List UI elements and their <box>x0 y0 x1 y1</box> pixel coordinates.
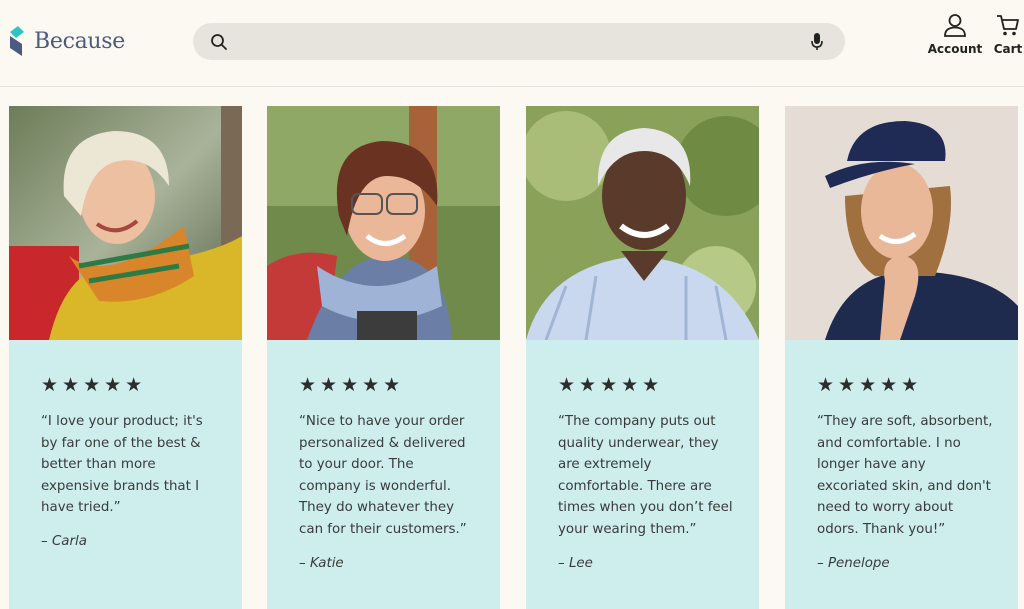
customer-photo <box>9 106 242 340</box>
search-icon[interactable] <box>209 32 229 52</box>
customer-photo <box>785 106 1018 340</box>
customer-photo <box>526 106 759 340</box>
cart-icon <box>997 15 1019 36</box>
logo-text: Because <box>34 28 126 54</box>
testimonial-author: – Carla <box>41 534 87 549</box>
testimonial-card-carla: ★★★★★ “I love your product; it's by far … <box>9 106 242 609</box>
star-rating: ★★★★★ <box>41 374 147 396</box>
microphone-icon[interactable] <box>807 32 827 52</box>
star-rating: ★★★★★ <box>558 374 664 396</box>
testimonial-card-katie: ★★★★★ “Nice to have your order personali… <box>267 106 500 609</box>
customer-photo <box>267 106 500 340</box>
because-logo-icon <box>10 26 24 56</box>
star-rating: ★★★★★ <box>817 374 923 396</box>
testimonial-card-penelope: ★★★★★ “They are soft, absorbent, and com… <box>785 106 1018 609</box>
testimonial-author: – Penelope <box>817 556 890 571</box>
testimonial-card-lee: ★★★★★ “The company puts out quality unde… <box>526 106 759 609</box>
testimonial-quote: “The company puts out quality underwear,… <box>558 414 733 537</box>
testimonial-quote: “I love your product; it's by far one of… <box>41 414 203 516</box>
testimonial-quote: “Nice to have your order personalized & … <box>299 414 467 537</box>
site-header: Because Account Cart <box>0 0 1024 87</box>
testimonial-author: – Katie <box>299 556 344 571</box>
account-link[interactable]: Account <box>927 12 983 56</box>
testimonial-author: – Lee <box>558 556 593 571</box>
logo-link[interactable]: Because <box>8 24 125 58</box>
testimonial-quote: “They are soft, absorbent, and comfortab… <box>817 414 993 537</box>
cart-label: Cart <box>993 42 1023 56</box>
cart-link[interactable]: Cart <box>991 12 1024 56</box>
account-label: Account <box>927 42 983 56</box>
search-bar <box>193 23 845 60</box>
person-icon <box>944 14 966 37</box>
search-input[interactable] <box>229 23 807 60</box>
star-rating: ★★★★★ <box>299 374 405 396</box>
